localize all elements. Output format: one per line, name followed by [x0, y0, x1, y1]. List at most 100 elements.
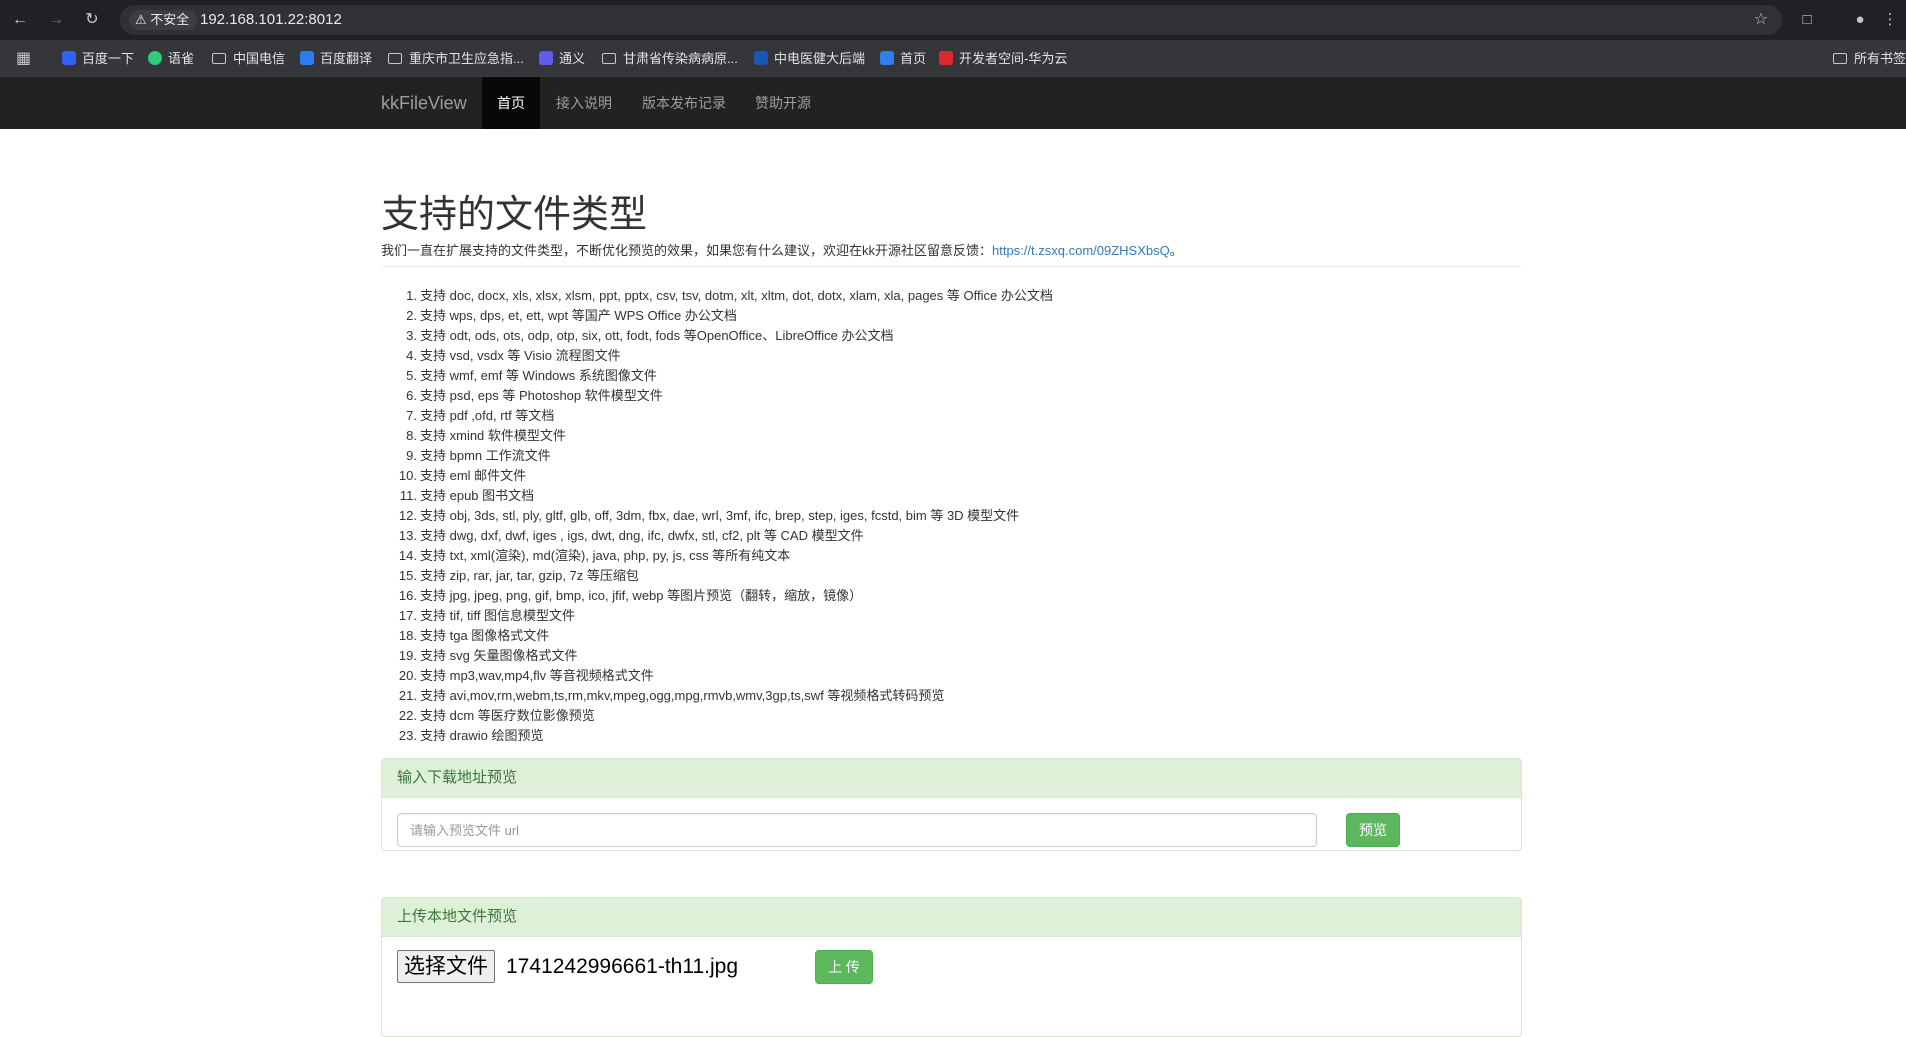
back-arrow-icon[interactable]: ←	[8, 8, 32, 32]
preview-url-input[interactable]	[397, 813, 1317, 847]
list-item: 20. 支持 mp3,wav,mp4,flv 等音视频格式文件	[381, 666, 1522, 686]
list-item: 13. 支持 dwg, dxf, dwf, iges , igs, dwt, dn…	[381, 526, 1522, 546]
list-number: 17.	[398, 608, 417, 623]
list-item: 21. 支持 avi,mov,rm,webm,ts,rm,mkv,mpeg,ogg…	[381, 686, 1522, 706]
all-bookmarks[interactable]: 所有书签	[1833, 40, 1906, 77]
forward-arrow-icon[interactable]: →	[44, 8, 68, 32]
fanyi-icon	[300, 51, 314, 65]
list-number: 22.	[398, 708, 417, 723]
list-number: 3.	[406, 328, 417, 343]
bookmark-item[interactable]: 百度一下	[62, 40, 134, 77]
folder-icon	[388, 53, 402, 64]
bookmarks-bar: ▦ 百度一下 语雀 中国电信 百度翻译 重庆市卫生应急指... 通义 甘肃省传染病病原...…	[0, 40, 1906, 77]
upload-panel-heading: 上传本地文件预览	[382, 898, 1521, 937]
baidu-icon	[62, 51, 76, 65]
list-item: 23. 支持 drawio 绘图预览	[381, 726, 1522, 746]
list-item: 12. 支持 obj, 3ds, stl, ply, gltf, glb, off…	[381, 506, 1522, 526]
list-item: 14. 支持 txt, xml(渲染), md(渲染), java, php, p…	[381, 546, 1522, 566]
list-item: 22. 支持 dcm 等医疗数位影像预览	[381, 706, 1522, 726]
address-bar[interactable]: ⚠ 不安全 192.168.101.22:8012 ☆	[120, 5, 1782, 35]
url-panel-heading: 输入下载地址预览	[382, 759, 1521, 798]
shield-icon	[754, 51, 768, 65]
list-number: 6.	[406, 388, 417, 403]
list-number: 18.	[398, 628, 417, 643]
page-title: 支持的文件类型	[381, 194, 648, 236]
list-number: 19.	[398, 648, 417, 663]
list-item: 8. 支持 xmind 软件模型文件	[381, 426, 1522, 446]
warning-icon: ⚠	[135, 12, 147, 27]
feedback-link[interactable]: https://t.zsxq.com/09ZHSXbsQ	[992, 243, 1170, 258]
nav-item[interactable]: 赞助开源	[740, 77, 826, 129]
yuque-icon	[148, 51, 162, 65]
folder-icon	[602, 53, 616, 64]
upload-preview-panel: 上传本地文件预览 选择文件 1741242996661-th11.jpg 上 传	[381, 897, 1522, 1037]
bookmark-item[interactable]: 中电医健大后端	[754, 40, 865, 77]
folder-icon	[212, 53, 226, 64]
list-item: 3. 支持 odt, ods, ots, odp, otp, six, ott, …	[381, 326, 1522, 346]
list-number: 16.	[398, 588, 417, 603]
list-number: 10.	[398, 468, 417, 483]
list-number: 9.	[406, 448, 417, 463]
list-number: 15.	[398, 568, 417, 583]
list-item: 4. 支持 vsd, vsdx 等 Visio 流程图文件	[381, 346, 1522, 366]
list-item: 7. 支持 pdf ,ofd, rtf 等文档	[381, 406, 1522, 426]
menu-dots-icon[interactable]: ⋮	[1878, 8, 1902, 32]
divider	[381, 266, 1522, 267]
bookmark-star-icon[interactable]: ☆	[1754, 5, 1768, 35]
list-item: 16. 支持 jpg, jpeg, png, gif, bmp, ico, jfi…	[381, 586, 1522, 606]
list-item: 18. 支持 tga 图像格式文件	[381, 626, 1522, 646]
brand-logo[interactable]: kkFileView	[381, 77, 467, 129]
list-number: 20.	[398, 668, 417, 683]
nav-item[interactable]: 版本发布记录	[627, 77, 741, 129]
url-preview-panel: 输入下载地址预览 预览	[381, 758, 1522, 851]
reload-icon[interactable]: ↻	[80, 8, 104, 32]
bookmark-item[interactable]: 语雀	[148, 40, 194, 77]
intro-text: 我们一直在扩展支持的文件类型，不断优化预览的效果，如果您有什么建议，欢迎在kk开…	[381, 243, 1183, 258]
upload-button[interactable]: 上 传	[815, 950, 873, 984]
list-number: 21.	[398, 688, 417, 703]
folder-icon	[1833, 53, 1847, 64]
url-text[interactable]: 192.168.101.22:8012	[200, 5, 342, 35]
insecure-label: 不安全	[150, 12, 190, 27]
list-item: 11. 支持 epub 图书文档	[381, 486, 1522, 506]
feather-icon	[880, 51, 894, 65]
list-number: 2.	[406, 308, 417, 323]
bookmark-item[interactable]: 首页	[880, 40, 926, 77]
list-number: 4.	[406, 348, 417, 363]
list-number: 11.	[399, 488, 417, 503]
list-number: 12.	[398, 508, 417, 523]
bookmark-item[interactable]: 甘肃省传染病病原...	[602, 40, 738, 77]
preview-button[interactable]: 预览	[1346, 813, 1400, 847]
site-navbar: kkFileView 首页 接入说明 版本发布记录 赞助开源	[0, 77, 1906, 129]
list-number: 23.	[398, 728, 417, 743]
nav-item[interactable]: 接入说明	[541, 77, 627, 129]
file-types-list: 1. 支持 doc, docx, xls, xlsx, xlsm, ppt, pp…	[381, 286, 1522, 746]
list-number: 8.	[406, 428, 417, 443]
list-item: 19. 支持 svg 矢量图像格式文件	[381, 646, 1522, 666]
bookmark-item[interactable]: 重庆市卫生应急指...	[388, 40, 524, 77]
list-number: 5.	[406, 368, 417, 383]
bookmark-item[interactable]: 通义	[539, 40, 585, 77]
list-item: 5. 支持 wmf, emf 等 Windows 系统图像文件	[381, 366, 1522, 386]
list-number: 13.	[398, 528, 417, 543]
choose-file-button[interactable]: 选择文件	[397, 950, 495, 983]
insecure-badge[interactable]: ⚠ 不安全	[129, 10, 198, 30]
bookmark-item[interactable]: 中国电信	[212, 40, 285, 77]
nav-item[interactable]: 首页	[482, 77, 540, 129]
list-number: 7.	[406, 408, 417, 423]
list-item: 17. 支持 tif, tiff 图信息模型文件	[381, 606, 1522, 626]
bookmark-item[interactable]: 开发者空间-华为云	[939, 40, 1067, 77]
list-item: 9. 支持 bpmn 工作流文件	[381, 446, 1522, 466]
browser-toolbar: ← → ↻ ⚠ 不安全 192.168.101.22:8012 ☆ □ ● ⋮	[0, 0, 1906, 40]
selected-file-name: 1741242996661-th11.jpg	[506, 955, 738, 978]
extensions-icon[interactable]: □	[1795, 8, 1819, 32]
bookmark-item[interactable]: 百度翻译	[300, 40, 372, 77]
apps-grid-icon[interactable]: ▦	[16, 40, 31, 77]
list-item: 1. 支持 doc, docx, xls, xlsx, xlsm, ppt, pp…	[381, 286, 1522, 306]
list-item: 2. 支持 wps, dps, et, ett, wpt 等国产 WPS Offi…	[381, 306, 1522, 326]
list-number: 14.	[398, 548, 417, 563]
tongyi-icon	[539, 51, 553, 65]
profile-icon[interactable]: ●	[1848, 8, 1872, 32]
huawei-icon	[939, 51, 953, 65]
list-item: 15. 支持 zip, rar, jar, tar, gzip, 7z 等压缩包	[381, 566, 1522, 586]
